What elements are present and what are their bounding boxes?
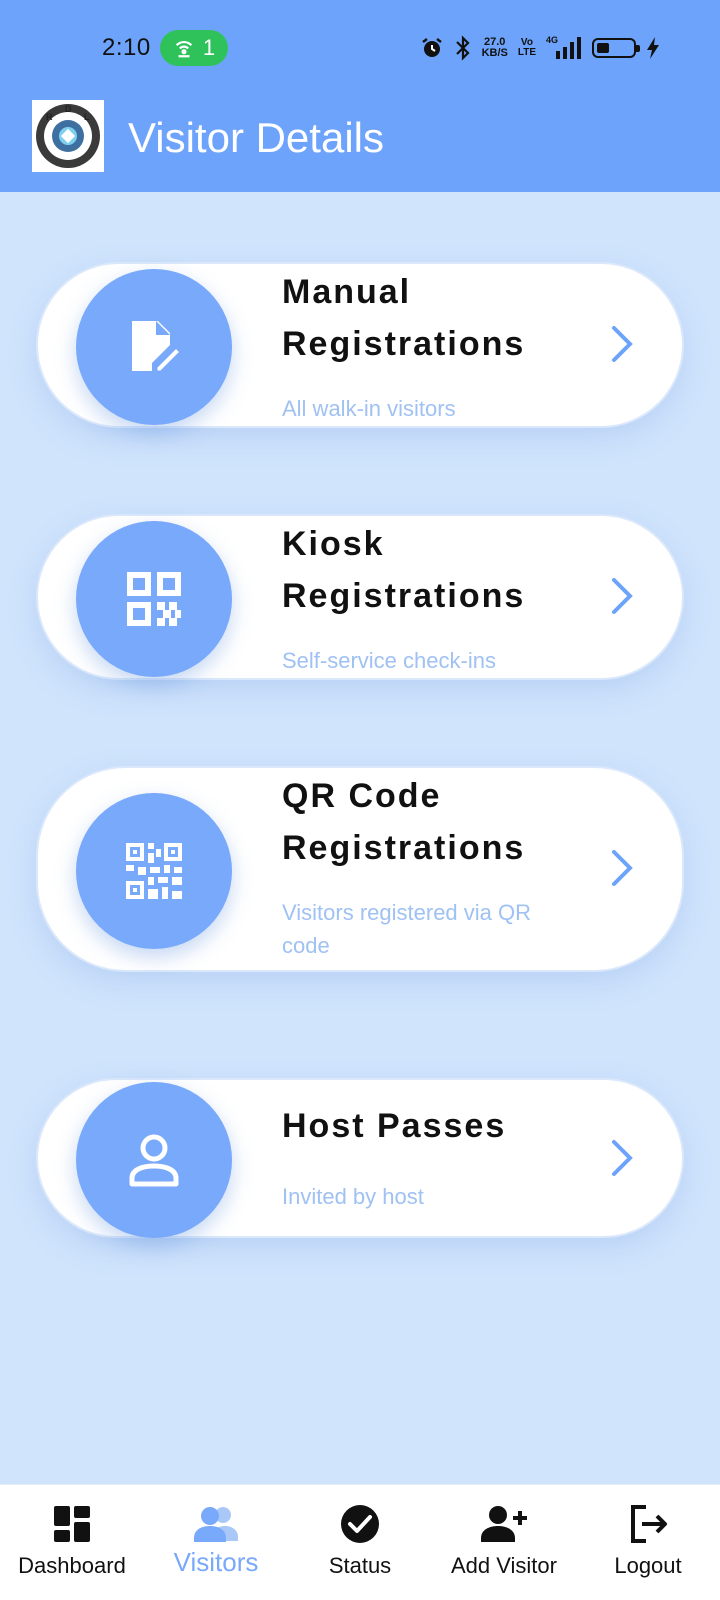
- volte-indicator: Vo LTE: [518, 38, 536, 58]
- card-icon-circle: [76, 521, 232, 677]
- nav-label: Visitors: [173, 1547, 259, 1577]
- kiosk-registrations-card[interactable]: Kiosk Registrations Self-service check-i…: [36, 514, 684, 680]
- chevron-right-icon: [612, 1140, 633, 1176]
- chevron-right-icon: [612, 850, 633, 886]
- card-title-line2: Registrations: [282, 577, 526, 615]
- card-title: Manual Registrations: [282, 266, 582, 370]
- card-icon-circle: [76, 1082, 232, 1238]
- card-title-line2: Registrations: [282, 829, 526, 867]
- card-subtitle: Invited by host: [282, 1184, 424, 1209]
- card-icon-circle: [76, 793, 232, 949]
- card-subtitle: Self-service check-ins: [282, 648, 496, 673]
- nav-label: Logout: [614, 1553, 682, 1578]
- card-subtitle: All walk-in visitors: [282, 396, 456, 421]
- nav-logout[interactable]: Logout: [576, 1485, 720, 1600]
- logout-icon: [631, 1505, 667, 1543]
- qr-grid-icon: [127, 572, 181, 626]
- host-passes-card[interactable]: Host Passes Invited by host: [36, 1078, 684, 1238]
- nav-label: Add Visitor: [451, 1553, 557, 1578]
- card-subtitle: Visitors registered via QR code: [282, 900, 532, 958]
- battery-icon: [592, 38, 640, 58]
- status-bar: 2:10 1 27.0 KB/S Vo LTE 4G: [0, 0, 720, 96]
- alarm-icon: [421, 38, 442, 57]
- nav-status[interactable]: Status: [288, 1485, 432, 1600]
- nav-visitors[interactable]: Visitors: [144, 1485, 288, 1600]
- rdl-logo: R D L: [32, 100, 104, 172]
- bluetooth-icon: [455, 35, 470, 61]
- hotspot-icon: [175, 41, 193, 58]
- card-title-line1: Kiosk: [282, 525, 385, 563]
- nav-icon-wrap: [628, 1503, 668, 1545]
- hotspot-count: 1: [202, 35, 216, 60]
- person-icon: [129, 1134, 179, 1187]
- card-title-line2: Registrations: [282, 325, 526, 363]
- nav-icon-wrap: [192, 1503, 240, 1545]
- card-title: Kiosk Registrations: [282, 518, 582, 622]
- app-header: R D L Visitor Details: [0, 96, 720, 192]
- nav-dashboard[interactable]: Dashboard: [0, 1485, 144, 1600]
- qr-code-registrations-card[interactable]: QR Code Registrations Visitors registere…: [36, 766, 684, 972]
- card-title: QR Code Registrations: [282, 770, 582, 874]
- edit-document-icon: [132, 321, 184, 374]
- volte-bottom: LTE: [517, 47, 536, 58]
- card-title-line1: Host Passes: [282, 1107, 507, 1145]
- chevron-right-icon: [612, 578, 633, 614]
- page-title: Visitor Details: [128, 114, 384, 161]
- card-icon-circle: [76, 269, 232, 425]
- card-title: Host Passes: [282, 1100, 582, 1152]
- manual-registrations-card[interactable]: Manual Registrations All walk-in visitor…: [36, 262, 684, 428]
- nav-label: Dashboard: [18, 1553, 126, 1578]
- status-time: 2:10: [102, 34, 151, 61]
- charging-icon: [647, 37, 659, 59]
- logo-emblem-icon: R D L: [36, 104, 100, 168]
- svg-text:R: R: [46, 112, 53, 122]
- bottom-navigation: Dashboard Visitors Status Add Visitor Lo…: [0, 1484, 720, 1600]
- top-bar: 2:10 1 27.0 KB/S Vo LTE 4G R D L Visitor…: [0, 0, 720, 192]
- status-icons: 27.0 KB/S Vo LTE 4G: [420, 32, 660, 64]
- svg-text:4G: 4G: [546, 35, 558, 45]
- network-speed: 27.0 KB/S: [482, 37, 508, 59]
- nav-icon-wrap: [53, 1503, 91, 1545]
- card-title-line1: QR Code: [282, 777, 442, 815]
- signal-icon: 4G: [546, 35, 581, 59]
- people-icon: [194, 1507, 238, 1542]
- svg-text:L: L: [84, 112, 90, 122]
- speed-unit: KB/S: [481, 47, 508, 59]
- hotspot-badge: 1: [160, 30, 228, 66]
- check-circle-icon: [341, 1505, 379, 1543]
- chevron-right-icon: [612, 326, 633, 362]
- nav-add-visitor[interactable]: Add Visitor: [432, 1485, 576, 1600]
- nav-icon-wrap: [480, 1503, 528, 1545]
- qr-code-icon: [126, 843, 182, 899]
- dashboard-icon: [54, 1506, 90, 1542]
- card-title-line1: Manual: [282, 273, 412, 311]
- nav-label: Status: [328, 1553, 392, 1578]
- svg-text:D: D: [65, 104, 72, 114]
- add-person-icon: [481, 1506, 527, 1542]
- nav-icon-wrap: [340, 1503, 380, 1545]
